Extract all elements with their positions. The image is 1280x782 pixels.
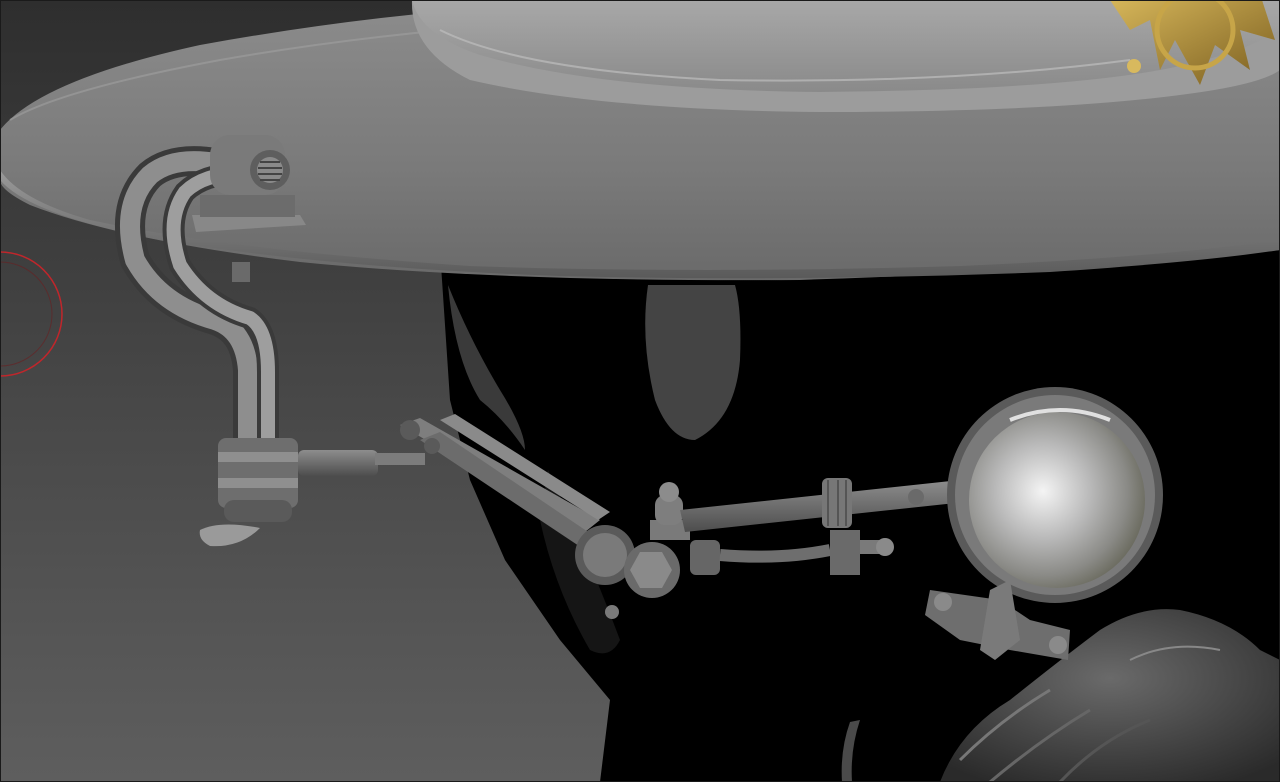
3d-viewport[interactable] [0,0,1280,782]
viewport-canvas[interactable] [0,0,1280,782]
